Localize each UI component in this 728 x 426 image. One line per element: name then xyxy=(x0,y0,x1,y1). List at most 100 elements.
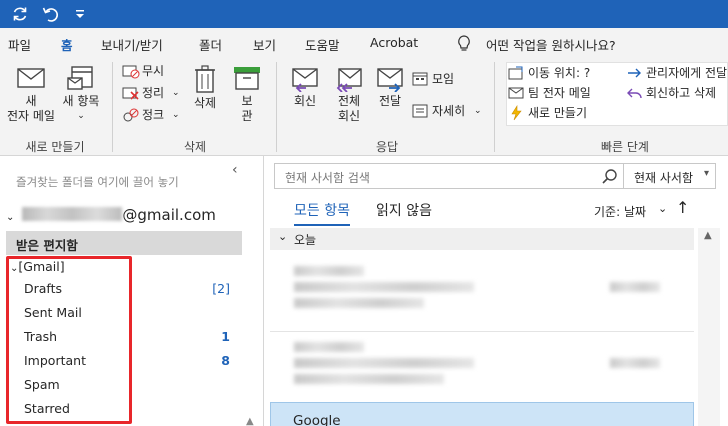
account-header[interactable]: ⌄ @gmail.com xyxy=(6,206,216,224)
reply-all-icon xyxy=(336,68,362,92)
scroll-up-icon[interactable]: ▲ xyxy=(704,230,712,241)
tab-home[interactable]: 홈 xyxy=(59,35,74,61)
chevron-down-icon: ⌄ xyxy=(658,202,668,215)
junk-icon xyxy=(123,108,139,122)
quick-step-label: 팀 전자 메일 xyxy=(528,86,591,100)
new-items-label: 새 항목 xyxy=(62,94,100,108)
tab-view[interactable]: 보기 xyxy=(253,35,276,54)
group-label-delete: 삭제 xyxy=(183,140,207,154)
redacted-subject xyxy=(294,282,474,292)
redacted-sender xyxy=(294,266,364,276)
scrollbar[interactable]: ▲ xyxy=(698,228,720,426)
tab-send-receive[interactable]: 보내기/받기 xyxy=(101,35,163,54)
list-item[interactable] xyxy=(270,252,694,332)
group-label-new: 새로 만들기 xyxy=(25,140,85,154)
calendar-icon xyxy=(412,72,428,86)
account-email: @gmail.com xyxy=(122,206,216,224)
tell-me-text: 어떤 작업을 원하시나요? xyxy=(486,38,616,53)
message-list: 현재 사서함 검색 현재 사서함 ▾ 모든 항목 읽지 않음 기준: 날짜 ⌄ … xyxy=(264,156,728,426)
cleanup-icon xyxy=(122,87,139,100)
redacted-sender xyxy=(294,342,364,352)
more-icon xyxy=(412,104,428,118)
new-items-icon xyxy=(67,66,93,90)
reply-button[interactable]: 회신 xyxy=(284,66,326,109)
reply-arrow-icon xyxy=(627,88,642,99)
search-input[interactable]: 현재 사서함 검색 현재 사서함 ▾ xyxy=(274,163,716,189)
favorites-drop-hint: 즐겨찾는 폴더를 여기에 끌어 놓기 xyxy=(16,175,179,189)
tab-unread[interactable]: 읽지 않음 xyxy=(376,200,432,220)
folder-count: 8 xyxy=(221,353,230,368)
ribbon-separator xyxy=(112,62,113,152)
new-email-label: 새 전자 메일 xyxy=(7,94,55,123)
search-placeholder: 현재 사서함 검색 xyxy=(285,171,370,185)
tab-all-items[interactable]: 모든 항목 xyxy=(294,200,350,226)
expand-arrow-icon: ⌄ xyxy=(6,212,15,223)
message-sender: Google xyxy=(293,413,341,426)
cleanup-label: 정리 xyxy=(142,86,165,100)
group-header-label: 오늘 xyxy=(294,233,317,247)
archive-label: 보 관 xyxy=(241,94,253,123)
scroll-up-icon[interactable]: ▲ xyxy=(246,416,254,426)
chevron-down-icon: ⌄ xyxy=(474,106,482,116)
sort-by-label: 기준: 날짜 xyxy=(594,205,647,219)
search-icon[interactable] xyxy=(601,168,619,186)
forward-label: 전달 xyxy=(378,94,402,108)
sync-icon[interactable] xyxy=(10,4,30,24)
delete-button[interactable]: 삭제 xyxy=(186,64,224,111)
redacted-date xyxy=(610,358,660,368)
group-label-respond: 응답 xyxy=(375,140,399,154)
folder-count: [2] xyxy=(212,281,230,296)
meeting-label: 모임 xyxy=(432,72,455,86)
group-header-today[interactable]: ⌄ 오늘 xyxy=(270,228,694,250)
search-scope-label: 현재 사서함 xyxy=(634,171,694,185)
redacted-preview xyxy=(294,374,444,384)
redacted-preview xyxy=(294,298,424,308)
new-items-button[interactable]: 새 항목 ⌄ xyxy=(58,64,104,124)
highlight-box xyxy=(6,256,132,424)
ribbon-separator xyxy=(276,62,277,152)
archive-icon xyxy=(234,67,260,90)
folder-inbox[interactable]: 받은 편지함 xyxy=(6,231,242,255)
tab-file[interactable]: 파일 xyxy=(8,35,31,54)
redacted-subject xyxy=(294,358,474,368)
inbox-label: 받은 편지함 xyxy=(16,238,78,253)
redacted-username xyxy=(22,207,123,221)
ignore-icon xyxy=(122,65,140,79)
ignore-label: 무시 xyxy=(142,64,165,78)
reply-all-button[interactable]: 전체 회신 xyxy=(328,66,370,124)
sort-direction-icon[interactable]: ↑ xyxy=(676,198,689,217)
more-label: 자세히 xyxy=(432,104,466,118)
archive-button[interactable]: 보 관 xyxy=(228,64,266,124)
folder-count: 1 xyxy=(221,329,230,344)
customize-quick-access-icon[interactable] xyxy=(70,4,90,24)
ribbon: 새 전자 메일 새 항목 ⌄ 새로 만들기 무시 정리 ⌄ 정크 ⌄ 삭제 보 … xyxy=(0,58,728,156)
lightbulb-icon xyxy=(458,35,470,51)
reply-all-label: 전체 회신 xyxy=(337,94,361,123)
delete-label: 삭제 xyxy=(193,96,217,110)
lightning-icon xyxy=(511,105,522,121)
new-email-button[interactable]: 새 전자 메일 xyxy=(6,66,56,124)
team-email-icon xyxy=(508,87,524,99)
collapse-pane-icon[interactable]: ‹ xyxy=(232,162,238,178)
quick-step-label: 이동 위치: ? xyxy=(528,66,591,80)
chevron-down-icon: ⌄ xyxy=(172,88,180,98)
chevron-down-icon: ▾ xyxy=(704,168,710,179)
chevron-down-icon: ⌄ xyxy=(77,111,85,121)
sort-by-dropdown[interactable]: 기준: 날짜 ⌄ xyxy=(594,202,667,220)
redacted-date xyxy=(610,282,660,292)
quick-step-label: 새로 만들기 xyxy=(528,106,588,120)
collapse-group-icon: ⌄ xyxy=(278,230,288,243)
ribbon-tabs: 파일 홈 보내기/받기 폴더 보기 도움말 Acrobat 어떤 작업을 원하시… xyxy=(0,28,728,61)
tab-help[interactable]: 도움말 xyxy=(305,35,340,54)
search-scope-dropdown[interactable]: 현재 사서함 ▾ xyxy=(623,164,715,188)
forward-arrow-icon xyxy=(628,68,641,78)
list-item-selected[interactable]: Google xyxy=(270,402,694,426)
tab-folder[interactable]: 폴더 xyxy=(199,35,222,54)
undo-icon[interactable] xyxy=(40,4,60,24)
quick-step-label: 관리자에게 전달 xyxy=(646,66,728,80)
forward-button[interactable]: 전달 xyxy=(372,66,408,109)
junk-label: 정크 xyxy=(142,108,165,122)
tab-acrobat[interactable]: Acrobat xyxy=(370,35,418,50)
ribbon-separator xyxy=(494,62,495,152)
list-item[interactable] xyxy=(270,332,694,412)
